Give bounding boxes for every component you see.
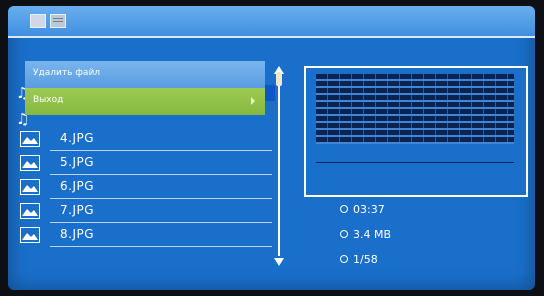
file-name: 5.JPG	[60, 155, 95, 169]
scroll-down-arrow-icon[interactable]	[274, 258, 284, 266]
info-size: 3.4 MB	[340, 228, 391, 241]
chevron-right-icon	[251, 97, 255, 105]
menu-item-label: Выход	[33, 95, 64, 105]
image-icon	[20, 155, 40, 171]
file-name: 6.JPG	[60, 179, 95, 193]
file-name: 8.JPG	[60, 227, 95, 241]
preview-divider	[316, 162, 514, 163]
index-icon	[340, 255, 348, 263]
preview-panel	[304, 66, 528, 197]
image-icon	[20, 131, 40, 147]
file-name: 7.JPG	[60, 203, 95, 217]
menu-item-exit[interactable]: Выход	[25, 88, 265, 115]
clock-icon	[340, 205, 348, 213]
file-name: 4.JPG	[60, 131, 95, 145]
scrollbar[interactable]	[274, 66, 284, 266]
image-icon	[20, 179, 40, 195]
divider	[8, 36, 535, 38]
preview-thumbnail	[316, 74, 514, 144]
position-value: 1/58	[353, 253, 378, 266]
list-item[interactable]: 4.JPG	[16, 128, 274, 151]
info-position: 1/58	[340, 253, 378, 266]
row-divider	[50, 246, 272, 247]
screen: ♫ ♫ 4.JPG 5.JPG 6.JPG 7.JPG 8.JPG Удалит…	[8, 6, 535, 290]
row-divider	[50, 222, 272, 223]
list-item[interactable]: 7.JPG	[16, 200, 274, 223]
menu-item-label: Удалить файл	[33, 68, 101, 78]
row-divider	[50, 174, 272, 175]
size-value: 3.4 MB	[353, 228, 392, 241]
menu-item-delete-file[interactable]: Удалить файл	[25, 61, 265, 88]
list-item[interactable]: 8.JPG	[16, 224, 274, 247]
menu-icon[interactable]	[50, 14, 66, 28]
image-icon	[20, 203, 40, 219]
scrollbar-track[interactable]	[278, 76, 280, 256]
list-item[interactable]: 6.JPG	[16, 176, 274, 199]
size-icon	[340, 230, 348, 238]
duration-value: 03:37	[353, 203, 385, 216]
row-divider	[50, 198, 272, 199]
image-icon	[20, 227, 40, 243]
row-divider	[50, 150, 272, 151]
scrollbar-thumb[interactable]	[276, 72, 282, 86]
list-item[interactable]: 5.JPG	[16, 152, 274, 175]
context-menu: Удалить файл Выход	[25, 61, 265, 115]
photo-icon[interactable]	[30, 14, 46, 28]
top-bar	[8, 6, 535, 36]
info-duration: 03:37	[340, 203, 385, 216]
